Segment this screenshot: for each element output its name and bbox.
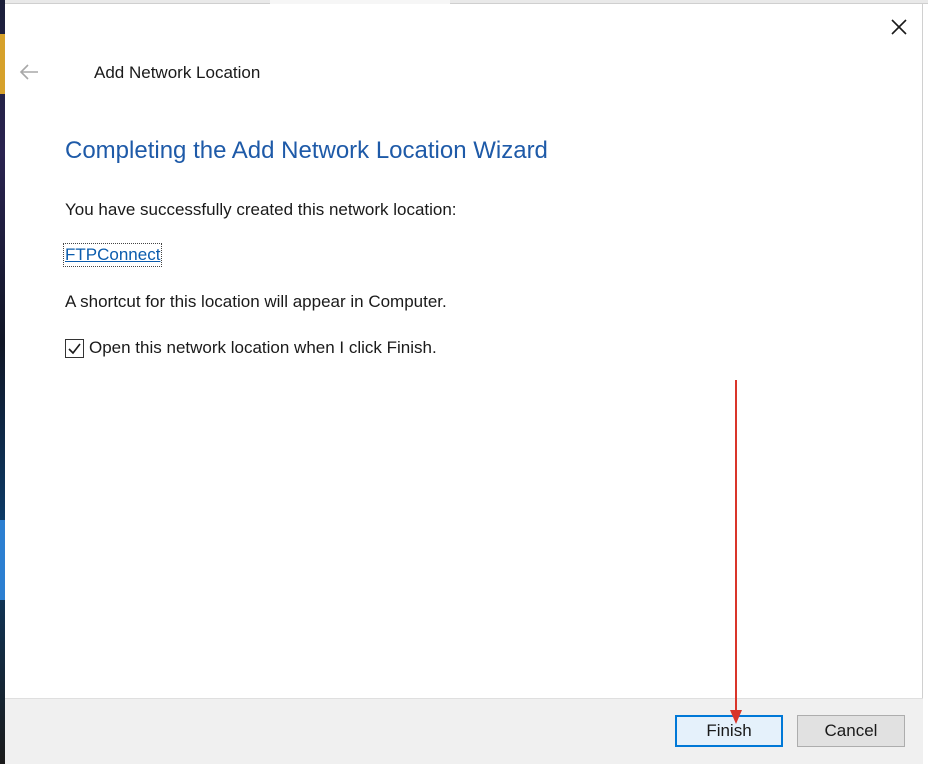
close-button[interactable] xyxy=(884,12,914,42)
page-heading: Completing the Add Network Location Wiza… xyxy=(65,137,548,164)
shortcut-note: A shortcut for this location will appear… xyxy=(65,292,447,311)
dialog-footer: Finish Cancel xyxy=(5,698,923,764)
back-arrow-icon xyxy=(19,64,38,80)
add-network-location-dialog: Add Network Location Completing the Add … xyxy=(5,4,923,764)
checkmark-icon xyxy=(68,343,81,354)
finish-button[interactable]: Finish xyxy=(675,715,783,747)
open-location-checkbox-label: Open this network location when I click … xyxy=(89,338,437,357)
screen: Add Network Location Completing the Add … xyxy=(0,0,928,764)
wizard-title: Add Network Location xyxy=(94,63,261,82)
cancel-button[interactable]: Cancel xyxy=(797,715,905,747)
network-location-link[interactable]: FTPConnect xyxy=(62,243,163,267)
open-location-checkbox-row[interactable]: Open this network location when I click … xyxy=(65,338,437,358)
back-button[interactable] xyxy=(17,60,41,84)
success-message: You have successfully created this netwo… xyxy=(65,200,457,219)
open-location-checkbox[interactable] xyxy=(65,338,84,358)
close-icon xyxy=(891,19,907,35)
